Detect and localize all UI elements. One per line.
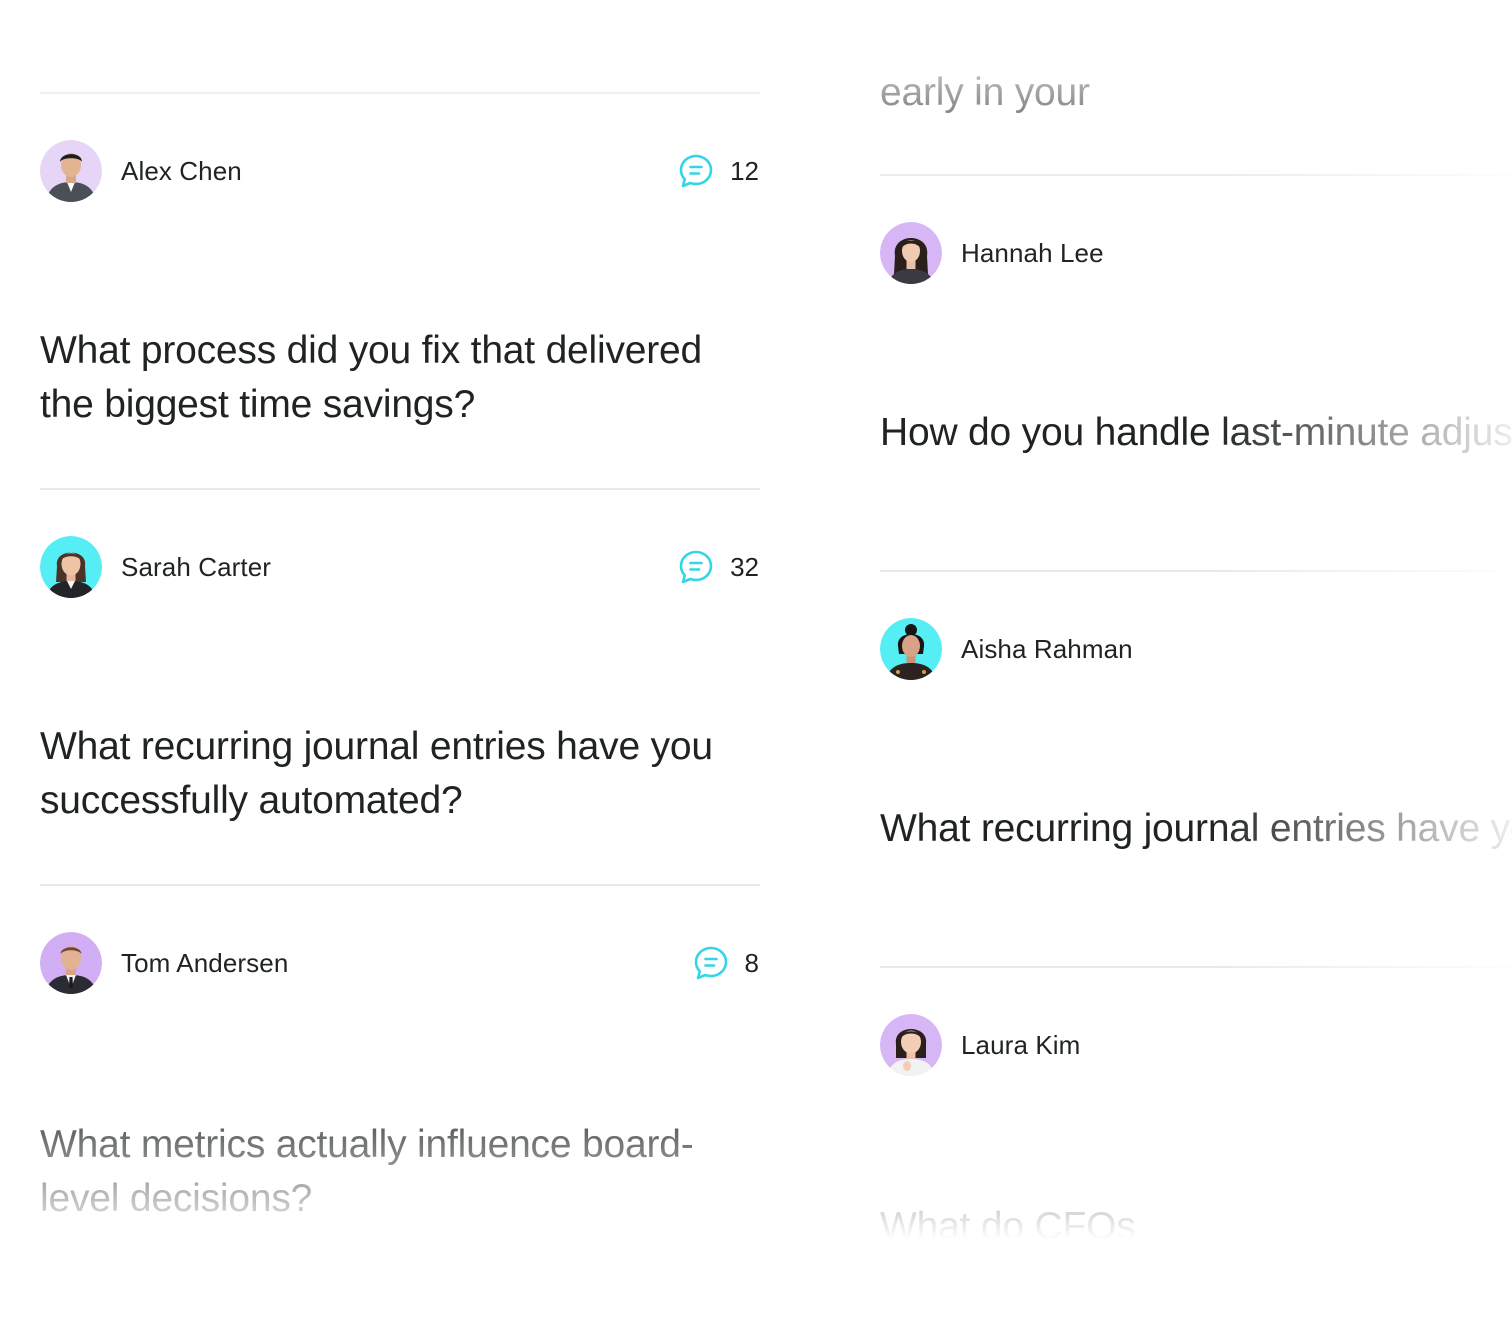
question-text[interactable]: What recurring journal entries have you … [880,802,1512,856]
post-author-row: Alex Chen 12 [40,140,760,202]
person-icon [880,618,942,680]
qa-feed: successfully automated? Alex Chen [0,0,1512,1320]
comment-count-button[interactable]: 32 [678,549,760,585]
person-icon [40,932,102,994]
divider [880,966,1512,968]
comment-count: 12 [730,155,759,186]
feed-column-left: successfully automated? Alex Chen [40,0,760,1320]
divider [40,92,760,94]
author-name[interactable]: Alex Chen [121,156,242,187]
comment-count: 32 [730,551,759,582]
divider [880,570,1512,572]
author-name[interactable]: Laura Kim [961,1030,1080,1061]
question-text[interactable]: How do you handle last-minute adjustment… [880,406,1512,460]
feed-column-right: early in your Hannah Lee How do you hand… [880,0,1512,1320]
avatar[interactable] [880,1014,942,1076]
author-name[interactable]: Tom Andersen [121,948,288,979]
question-text-partial[interactable]: What do CFOs [880,1200,1512,1254]
comment-bubble-icon [694,946,727,980]
question-text[interactable]: What recurring journal entries have you … [40,720,760,828]
avatar[interactable] [40,536,102,598]
avatar[interactable] [880,222,942,284]
post-author-row: Laura Kim [880,1014,1512,1076]
person-icon [40,140,102,202]
divider [880,174,1512,176]
question-text-partial[interactable]: early in your [880,66,1512,120]
comment-bubble-icon [679,550,713,584]
question-text[interactable]: What process did you fix that delivered … [40,324,760,432]
person-icon [40,536,102,598]
person-icon [880,222,942,284]
comment-count-button[interactable]: 12 [678,153,760,189]
question-text-partial[interactable]: successfully automated? [40,0,760,12]
author-name[interactable]: Aisha Rahman [961,634,1133,665]
author-name[interactable]: Hannah Lee [961,238,1104,269]
post-author-row: Hannah Lee [880,222,1512,284]
divider [40,884,760,886]
author-name[interactable]: Sarah Carter [121,552,271,583]
comment-bubble-icon [679,154,713,188]
person-icon [880,1014,942,1076]
avatar[interactable] [40,932,102,994]
post-author-row: Tom Andersen 8 [40,932,760,994]
comment-count: 8 [744,947,759,978]
comment-count-button[interactable]: 8 [693,945,760,981]
post-author-row: Aisha Rahman [880,618,1512,680]
divider [40,488,760,490]
question-text[interactable]: What metrics actually influence board-le… [40,1118,760,1226]
avatar[interactable] [880,618,942,680]
post-author-row: Sarah Carter 32 [40,536,760,598]
avatar[interactable] [40,140,102,202]
